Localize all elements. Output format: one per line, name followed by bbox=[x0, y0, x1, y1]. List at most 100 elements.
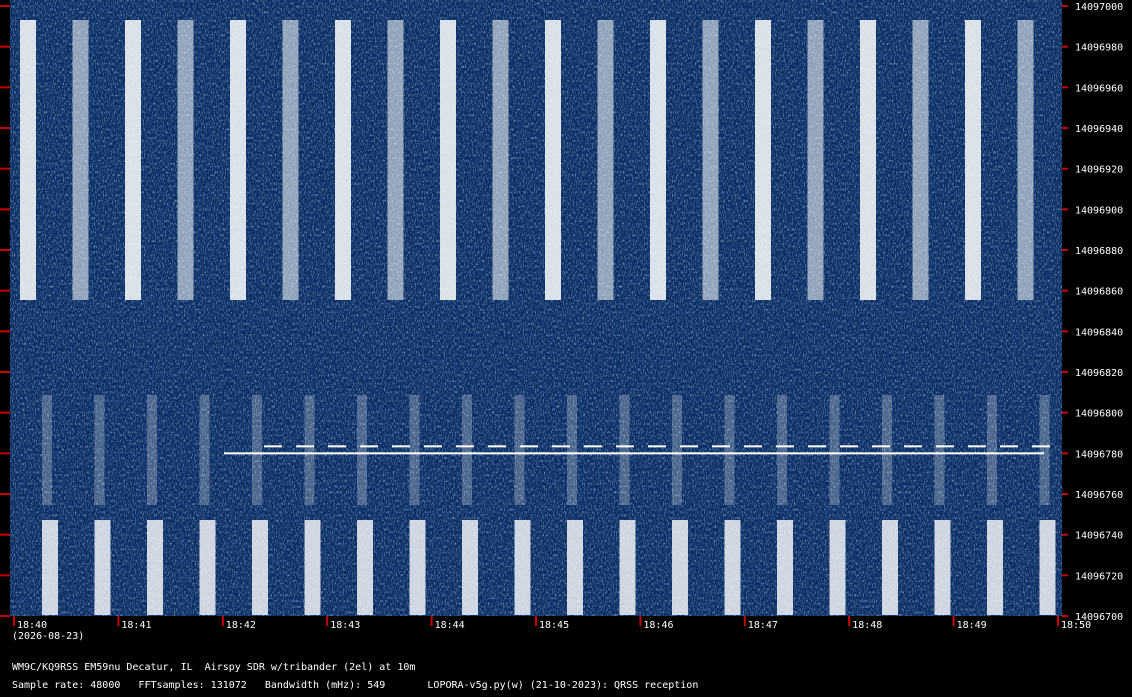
x-axis: 18:40 18:41 18:42 18:43 18:44 18:45 18:46 18:47… bbox=[13, 616, 1091, 631]
y-tick-left bbox=[0, 289, 10, 292]
y-tick-right bbox=[1062, 167, 1068, 170]
y-tick-label: 14096840 bbox=[1075, 327, 1123, 338]
y-tick-left bbox=[0, 493, 10, 495]
x-tick-label: 18:48 bbox=[852, 620, 882, 631]
x-tick-label: 18:49 bbox=[957, 620, 987, 631]
noise-texture bbox=[10, 0, 1062, 616]
trace-segment bbox=[904, 445, 922, 448]
y-tick-left bbox=[0, 452, 10, 455]
y-tick-left bbox=[0, 208, 10, 211]
trace-segment bbox=[744, 445, 762, 448]
y-tick-right bbox=[1062, 371, 1068, 373]
trace-segment bbox=[360, 445, 378, 448]
y-tick-label: 14096860 bbox=[1075, 287, 1123, 298]
x-tick bbox=[1057, 616, 1059, 626]
trace-segment bbox=[1032, 445, 1050, 448]
x-tick bbox=[117, 616, 120, 626]
spectrogram-chart: 14097000 14096980 14096960 14096940 14096920… bbox=[0, 0, 1123, 631]
y-tick-label: 14096920 bbox=[1075, 165, 1123, 176]
trace-segment bbox=[392, 445, 410, 448]
x-tick bbox=[430, 616, 433, 626]
y-tick-right bbox=[1062, 289, 1068, 292]
y-tick-left bbox=[0, 574, 10, 577]
y-tick-left bbox=[0, 330, 10, 333]
trace-segment bbox=[1000, 445, 1018, 448]
trace-segment bbox=[224, 452, 1044, 455]
y-tick-right bbox=[1062, 411, 1068, 414]
trace-segment bbox=[520, 445, 538, 448]
y-tick-left bbox=[0, 615, 10, 617]
y-tick-right bbox=[1062, 493, 1068, 495]
y-tick-right bbox=[1062, 452, 1068, 455]
x-tick bbox=[952, 616, 955, 626]
trace-segment bbox=[328, 445, 346, 448]
x-tick bbox=[535, 616, 537, 626]
x-tick bbox=[221, 616, 224, 626]
y-tick-left bbox=[0, 127, 10, 129]
trace-segment bbox=[968, 445, 986, 448]
y-tick-label: 14096760 bbox=[1075, 490, 1123, 501]
y-tick-left bbox=[0, 533, 10, 536]
trace-segment bbox=[264, 445, 282, 448]
y-tick-left bbox=[0, 371, 10, 373]
trace-segment bbox=[424, 445, 442, 448]
y-tick-label: 14096720 bbox=[1075, 571, 1123, 582]
y-tick-left bbox=[0, 167, 10, 170]
y-tick-label: 14096980 bbox=[1075, 43, 1123, 54]
y-tick-right bbox=[1062, 86, 1068, 89]
trace-segment bbox=[648, 445, 666, 448]
x-tick-label: 18:43 bbox=[330, 620, 360, 631]
x-tick-label: 18:41 bbox=[121, 620, 151, 631]
trace-segment bbox=[552, 445, 570, 448]
y-tick-label: 14096800 bbox=[1075, 409, 1123, 420]
trace-segment bbox=[616, 445, 634, 448]
trace-segment bbox=[296, 445, 314, 448]
y-tick-left bbox=[0, 5, 10, 7]
trace-segment bbox=[712, 445, 730, 448]
trace-segment bbox=[680, 445, 698, 448]
y-tick-left bbox=[0, 411, 10, 414]
y-tick-right bbox=[1062, 615, 1068, 617]
trace-segment bbox=[456, 445, 474, 448]
y-tick-right bbox=[1062, 533, 1068, 536]
x-tick-label: 18:47 bbox=[748, 620, 778, 631]
x-tick-label: 18:40 bbox=[17, 620, 47, 631]
date-label: (2026-08-23) bbox=[12, 631, 85, 642]
y-tick-left bbox=[0, 86, 10, 89]
trace-segment bbox=[936, 445, 954, 448]
y-tick-label: 14096960 bbox=[1075, 83, 1123, 94]
x-tick-label: 18:42 bbox=[226, 620, 256, 631]
y-tick-right bbox=[1062, 5, 1068, 7]
y-tick-right bbox=[1062, 330, 1068, 333]
x-tick bbox=[326, 616, 329, 626]
trace-segment bbox=[776, 445, 794, 448]
x-tick-label: 18:44 bbox=[435, 620, 465, 631]
y-tick-right bbox=[1062, 45, 1068, 48]
y-tick-right bbox=[1062, 208, 1068, 211]
x-tick-label: 18:45 bbox=[539, 620, 569, 631]
y-tick-left bbox=[0, 249, 10, 251]
y-tick-left bbox=[0, 45, 10, 48]
y-tick-right bbox=[1062, 127, 1068, 129]
trace-segment bbox=[872, 445, 890, 448]
y-tick-label: 14096740 bbox=[1075, 531, 1123, 542]
x-tick bbox=[639, 616, 642, 626]
x-tick bbox=[743, 616, 746, 626]
x-tick-label: 18:46 bbox=[643, 620, 673, 631]
reception-params: Sample rate: 48000 FFTsamples: 131072 Ba… bbox=[12, 680, 699, 691]
y-tick-label: 14096940 bbox=[1075, 124, 1123, 135]
y-tick-label: 14097000 bbox=[1075, 2, 1123, 13]
y-tick-label: 14096900 bbox=[1075, 205, 1123, 216]
x-tick bbox=[848, 616, 851, 626]
y-tick-right bbox=[1062, 574, 1068, 577]
y-tick-right bbox=[1062, 249, 1068, 251]
x-tick bbox=[13, 616, 15, 626]
y-tick-label: 14096820 bbox=[1075, 368, 1123, 379]
trace-segment bbox=[584, 445, 602, 448]
y-tick-label: 14096780 bbox=[1075, 449, 1123, 460]
x-tick-label: 18:50 bbox=[1061, 620, 1091, 631]
trace-segment bbox=[808, 445, 826, 448]
trace-segment bbox=[840, 445, 858, 448]
trace-segment bbox=[488, 445, 506, 448]
y-tick-label: 14096880 bbox=[1075, 246, 1123, 257]
